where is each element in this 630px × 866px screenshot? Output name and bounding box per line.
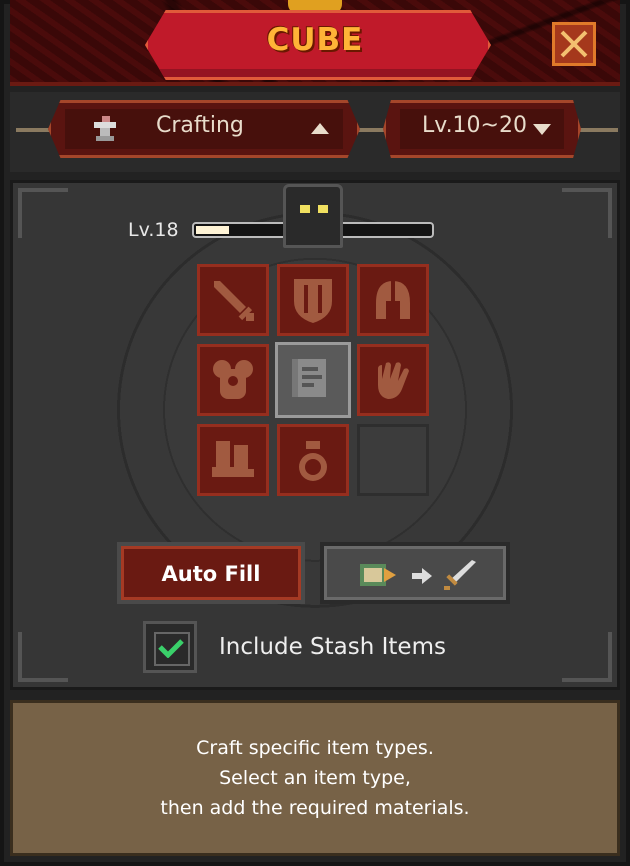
auto-fill-button[interactable]: Auto Fill: [117, 542, 305, 604]
chain-right: [578, 128, 618, 132]
gargoyle-icon: [283, 184, 343, 248]
armor-icon: [213, 360, 253, 399]
corner-ornament: [562, 632, 612, 682]
corner-ornament: [18, 188, 68, 238]
auto-fill-label: Auto Fill: [161, 562, 261, 586]
close-icon: [560, 30, 588, 58]
chevron-down-icon: [533, 124, 551, 135]
slot-empty: [357, 424, 429, 496]
scroll-icon: [360, 564, 396, 586]
craft-button[interactable]: [320, 542, 510, 604]
include-stash-checkbox[interactable]: [143, 621, 197, 673]
description-line: then add the required materials.: [160, 797, 470, 819]
checkmark-icon: [158, 639, 184, 658]
mode-dropdown-label: Crafting: [156, 113, 244, 138]
slot-sword[interactable]: [197, 264, 269, 336]
boots-icon: [212, 441, 254, 477]
shield-icon: [294, 279, 332, 323]
chevron-up-icon: [311, 123, 329, 134]
helmet-icon: [376, 281, 410, 319]
xp-bar-fill: [196, 226, 229, 234]
description-line: Craft specific item types.: [196, 737, 434, 759]
slot-armor[interactable]: [197, 344, 269, 416]
window-title: CUBE: [266, 22, 364, 58]
cube-level-label: Lv.18: [128, 219, 179, 241]
glove-icon: [378, 362, 409, 399]
level-dropdown-label: Lv.10~20: [422, 113, 527, 138]
slot-shield[interactable]: [277, 264, 349, 336]
include-stash-label: Include Stash Items: [219, 634, 446, 660]
description-line: Select an item type,: [219, 767, 411, 789]
sword-icon: [444, 560, 476, 590]
slot-scroll[interactable]: [275, 342, 351, 418]
chain-left: [16, 128, 52, 132]
slot-helmet[interactable]: [357, 264, 429, 336]
anvil-icon: [94, 116, 116, 141]
close-button[interactable]: [552, 22, 596, 66]
pouch-icon: [299, 441, 327, 481]
slot-pouch[interactable]: [277, 424, 349, 496]
corner-ornament: [18, 632, 68, 682]
slot-boots[interactable]: [197, 424, 269, 496]
slot-gloves[interactable]: [357, 344, 429, 416]
arrow-right-icon: [412, 568, 432, 584]
scroll-icon: [292, 359, 326, 397]
sword-icon: [214, 281, 254, 321]
corner-ornament: [562, 188, 612, 238]
